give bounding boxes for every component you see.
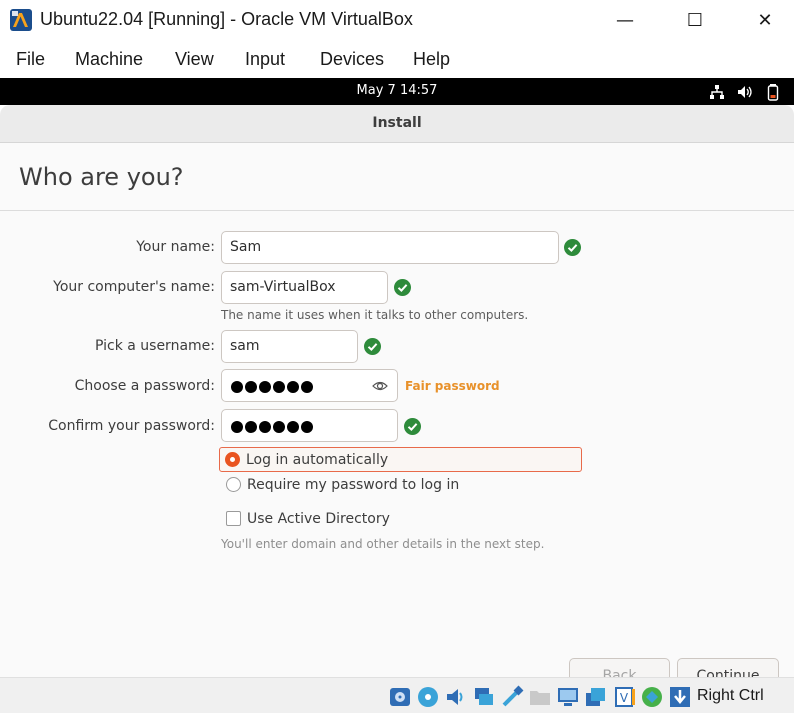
menu-machine[interactable]: Machine — [75, 49, 143, 70]
installer-window: Install Who are you? Your name: Sam Your… — [0, 105, 794, 677]
window-titlebar: Ubuntu22.04 [Running] - Oracle VM Virtua… — [0, 0, 794, 40]
menu-input[interactable]: Input — [245, 49, 285, 70]
usb-icon[interactable] — [500, 685, 524, 709]
active-directory-label: Use Active Directory — [247, 510, 390, 527]
computer-name-hint: The name it uses when it talks to other … — [221, 308, 529, 322]
guest-top-bar: May 7 14:57 — [0, 78, 794, 105]
hard-disk-icon[interactable] — [388, 685, 412, 709]
require-password-option[interactable]: Require my password to log in — [221, 472, 521, 497]
volume-icon[interactable] — [736, 83, 754, 101]
menu-help[interactable]: Help — [413, 49, 450, 70]
require-password-radio[interactable] — [226, 477, 241, 492]
login-automatically-label: Log in automatically — [246, 451, 389, 468]
page-title: Who are you? — [19, 163, 184, 191]
your-name-valid-icon — [564, 239, 581, 256]
computer-name-valid-icon — [394, 279, 411, 296]
your-name-label: Your name: — [136, 239, 215, 255]
heading-divider — [0, 210, 794, 211]
active-directory-hint: You'll enter domain and other details in… — [221, 537, 545, 551]
keyboard-capture-icon[interactable] — [668, 685, 692, 709]
minimize-button[interactable]: — — [590, 0, 660, 40]
window-title: Ubuntu22.04 [Running] - Oracle VM Virtua… — [40, 9, 413, 29]
confirm-password-mask — [231, 417, 313, 433]
battery-icon[interactable] — [764, 83, 782, 101]
close-button[interactable]: ✕ — [730, 0, 794, 40]
login-automatically-option[interactable]: Log in automatically — [219, 447, 582, 472]
minimize-icon: — — [616, 9, 634, 31]
shared-folder-icon[interactable] — [528, 685, 552, 709]
username-input[interactable]: sam — [221, 330, 358, 363]
password-mask — [231, 377, 313, 393]
svg-text:V: V — [620, 691, 629, 705]
computer-name-label: Your computer's name: — [53, 279, 215, 295]
close-icon: ✕ — [757, 9, 773, 31]
optical-drive-icon[interactable] — [416, 685, 440, 709]
password-strength-label: Fair password — [405, 379, 500, 393]
virtualization-icon[interactable]: V — [612, 685, 636, 709]
virtualbox-logo-icon — [10, 9, 32, 31]
menu-file[interactable]: File — [16, 49, 45, 70]
maximize-button[interactable]: ☐ — [660, 0, 730, 40]
confirm-password-label: Confirm your password: — [48, 418, 215, 434]
network-adapter-icon[interactable] — [472, 685, 496, 709]
show-password-icon[interactable] — [372, 378, 388, 394]
confirm-password-input[interactable] — [221, 409, 398, 442]
back-button[interactable]: Back — [569, 658, 670, 677]
vm-status-bar: V Right Ctrl — [0, 677, 794, 713]
your-name-input[interactable]: Sam — [221, 231, 559, 264]
network-icon[interactable] — [708, 83, 726, 101]
username-valid-icon — [364, 338, 381, 355]
menubar: File Machine View Input Devices Help — [0, 40, 794, 78]
clock[interactable]: May 7 14:57 — [0, 83, 794, 98]
computer-name-input[interactable]: sam-VirtualBox — [221, 271, 388, 304]
host-key-label: Right Ctrl — [697, 687, 764, 704]
installer-header: Install — [0, 105, 794, 143]
password-input[interactable] — [221, 369, 398, 402]
username-label: Pick a username: — [94, 338, 215, 354]
active-directory-option[interactable]: Use Active Directory — [221, 506, 471, 531]
require-password-label: Require my password to log in — [247, 476, 460, 493]
installer-title: Install — [372, 115, 422, 131]
continue-button[interactable]: Continue — [677, 658, 779, 677]
maximize-icon: ☐ — [686, 9, 704, 31]
login-automatically-radio[interactable] — [225, 452, 240, 467]
confirm-password-valid-icon — [404, 418, 421, 435]
mouse-integration-icon[interactable] — [640, 685, 664, 709]
menu-devices[interactable]: Devices — [320, 49, 384, 70]
recording-icon[interactable] — [584, 685, 608, 709]
active-directory-checkbox[interactable] — [226, 511, 241, 526]
display-icon[interactable] — [556, 685, 580, 709]
password-label: Choose a password: — [74, 378, 215, 394]
audio-icon[interactable] — [444, 685, 468, 709]
menu-view[interactable]: View — [175, 49, 214, 70]
